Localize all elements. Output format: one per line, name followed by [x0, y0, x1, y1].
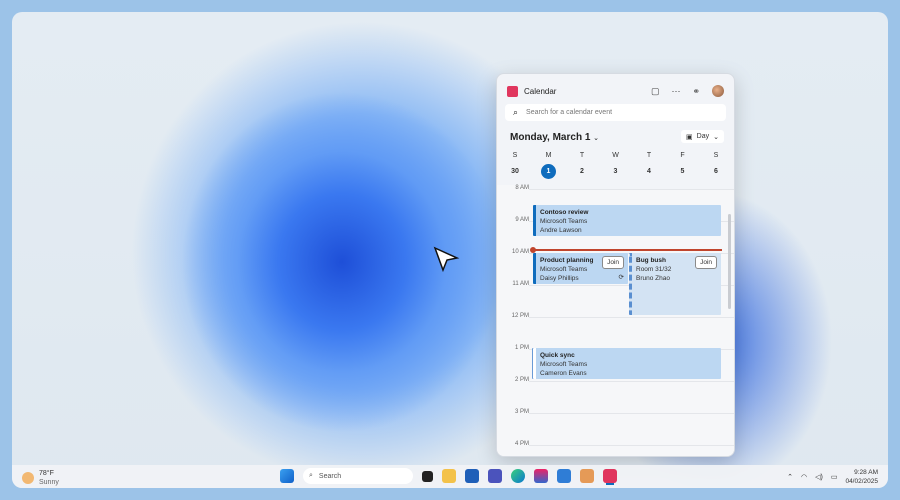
edge-icon[interactable] — [511, 469, 525, 483]
date-number: 3 — [604, 164, 628, 179]
store-icon[interactable] — [465, 469, 479, 483]
week-day[interactable]: W3 — [604, 152, 628, 179]
scrollbar[interactable] — [728, 214, 731, 309]
hour-row[interactable]: 12 PM — [497, 317, 734, 349]
join-button[interactable]: Join — [695, 256, 717, 269]
event-quick-sync[interactable]: Quick sync Microsoft Teams Cameron Evans — [533, 348, 721, 379]
wifi-icon[interactable]: ◠ — [801, 473, 807, 481]
weather-condition: Sunny — [39, 478, 59, 487]
file-explorer-icon[interactable] — [442, 469, 456, 483]
battery-icon[interactable]: ▭ — [831, 473, 838, 481]
weekday-label: W — [604, 152, 628, 159]
briefcase-icon[interactable] — [580, 469, 594, 483]
app-icon[interactable] — [534, 469, 548, 483]
event-person: Daisy Phillips — [540, 275, 579, 282]
calendar-panel: Calendar ▢ ⋯ ⚭ ⌕ Search for a calendar e… — [496, 73, 735, 457]
day-view-icon: ▣ — [686, 133, 693, 141]
chevron-down-icon: ⌄ — [593, 135, 599, 142]
calendar-taskbar-icon[interactable] — [603, 469, 617, 483]
hour-label: 8 AM — [497, 185, 529, 191]
weekday-label: T — [637, 152, 661, 159]
event-title: Product planning — [540, 257, 593, 264]
weather-temp: 78°F — [39, 469, 59, 478]
event-contoso-review[interactable]: Contoso review Microsoft Teams Andre Lawso… — [533, 205, 721, 236]
link-icon[interactable]: ⚭ — [692, 86, 700, 97]
week-day[interactable]: S 30 — [503, 152, 527, 179]
taskbar-search-label: Search — [319, 473, 341, 480]
event-location: Microsoft Teams — [540, 266, 587, 273]
date-number: 6 — [704, 164, 728, 179]
calendar-header: Calendar ▢ ⋯ ⚭ — [507, 82, 724, 100]
calendar-search-input[interactable]: ⌕ Search for a calendar event — [505, 104, 726, 121]
chevron-up-icon[interactable]: ⌃ — [787, 473, 793, 481]
time: 9:28 AM — [845, 468, 878, 477]
event-location: Microsoft Teams — [540, 361, 587, 368]
weekday-label: T — [570, 152, 594, 159]
hour-row[interactable]: 3 PM — [497, 413, 734, 445]
volume-icon[interactable]: ◁) — [815, 473, 823, 481]
current-time-indicator — [533, 249, 722, 251]
weekday-label: S — [503, 152, 527, 159]
event-location: Microsoft Teams — [540, 218, 587, 225]
date-picker-button[interactable]: Monday, March 1 ⌄ — [510, 132, 599, 143]
event-product-planning[interactable]: Product planning Microsoft Teams Daisy Phi… — [533, 253, 628, 284]
more-options-icon[interactable]: ⋯ — [671, 86, 680, 97]
weather-widget[interactable]: 78°FSunny — [22, 469, 59, 487]
recurring-icon: ⟳ — [619, 273, 624, 282]
date-title: Monday, March 1 — [510, 132, 590, 143]
calendar-view-icon[interactable]: ▢ — [651, 86, 660, 97]
date: 04/02/2025 — [845, 477, 878, 486]
task-view-icon[interactable] — [422, 471, 433, 482]
hour-row[interactable]: 4 PM — [497, 445, 734, 457]
join-button[interactable]: Join — [602, 256, 624, 269]
calendar-app-icon — [507, 86, 518, 97]
sun-icon — [22, 472, 34, 484]
date-number: 2 — [570, 164, 594, 179]
hour-row[interactable]: 2 PM — [497, 381, 734, 413]
calendar-title: Calendar — [524, 87, 556, 96]
taskbar: 78°FSunny ⌕ Search ⌃ ◠ ◁) ▭ 9:28 AM04/02/… — [12, 465, 888, 488]
week-strip: S30M1T2W3T4F5S6 — [503, 152, 728, 179]
event-title: Bug bush — [636, 257, 666, 264]
week-day[interactable]: F5 — [671, 152, 695, 179]
weekday-label: M — [537, 152, 561, 159]
event-title: Quick sync — [540, 352, 575, 359]
mouse-cursor-icon — [433, 246, 461, 274]
week-day[interactable]: M1 — [537, 152, 561, 179]
date-number: 4 — [637, 164, 661, 179]
day-grid: 4 PM3 PM2 PM1 PM12 PM11 AM10 AM9 AM8 AM … — [497, 189, 734, 456]
weekday-label: S — [704, 152, 728, 159]
date-number: 30 — [503, 164, 527, 179]
event-bug-bush[interactable]: Bug bush Room 31/32 Bruno Zhao Join — [629, 253, 721, 315]
event-person: Cameron Evans — [540, 370, 587, 377]
event-person: Bruno Zhao — [636, 275, 670, 282]
event-location: Room 31/32 — [636, 266, 671, 273]
avatar[interactable] — [712, 85, 724, 97]
people-icon[interactable] — [557, 469, 571, 483]
date-number: 1 — [541, 164, 556, 179]
search-placeholder: Search for a calendar event — [526, 109, 612, 116]
chevron-down-icon: ⌄ — [713, 133, 719, 141]
date-number: 5 — [671, 164, 695, 179]
start-icon[interactable] — [280, 469, 294, 483]
teams-icon[interactable] — [488, 469, 502, 483]
view-label: Day — [697, 133, 709, 140]
taskbar-search[interactable]: ⌕ Search — [303, 468, 413, 484]
search-icon: ⌕ — [309, 472, 313, 480]
event-title: Contoso review — [540, 209, 588, 216]
search-icon: ⌕ — [513, 107, 518, 118]
clock[interactable]: 9:28 AM04/02/2025 — [845, 468, 878, 486]
event-person: Andre Lawson — [540, 227, 582, 234]
week-day[interactable]: T4 — [637, 152, 661, 179]
view-selector[interactable]: ▣ Day ⌄ — [681, 130, 724, 143]
week-day[interactable]: T2 — [570, 152, 594, 179]
week-day[interactable]: S6 — [704, 152, 728, 179]
weekday-label: F — [671, 152, 695, 159]
